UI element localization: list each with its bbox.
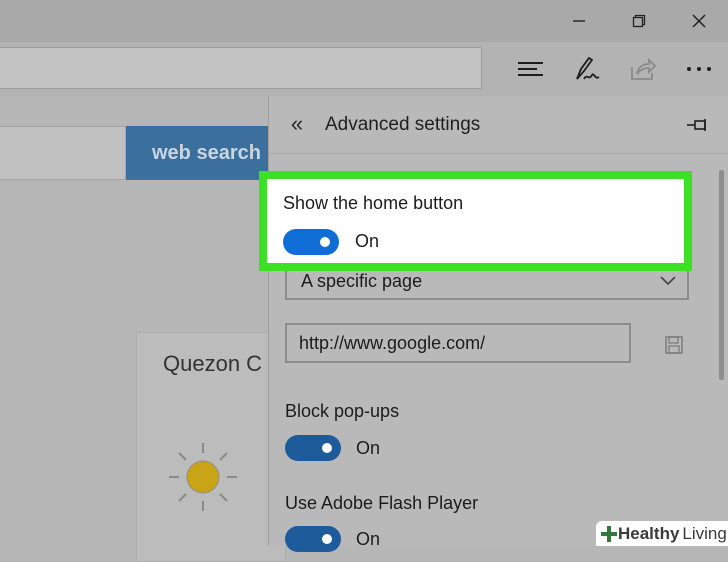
weather-card[interactable]: Quezon C (136, 332, 286, 562)
back-button[interactable]: « (283, 110, 311, 138)
show-home-button-setting: Show the home button On (259, 171, 692, 271)
save-icon (665, 336, 683, 354)
toggle-knob (322, 534, 332, 544)
web-search-button[interactable]: web search (126, 126, 268, 180)
flash-toggle[interactable] (285, 526, 341, 552)
web-search-input[interactable] (0, 126, 126, 180)
title-bar (0, 0, 728, 42)
more-button[interactable] (677, 48, 721, 90)
double-chevron-left-icon: « (290, 111, 304, 136)
more-icon (687, 67, 711, 71)
block-popups-state: On (356, 438, 381, 458)
show-home-button-toggle[interactable] (283, 229, 339, 255)
hub-button[interactable] (509, 48, 553, 90)
block-popups-toggle[interactable] (285, 435, 341, 461)
weather-city: Quezon C (163, 351, 263, 376)
panel-header: « Advanced settings (269, 96, 728, 154)
show-home-button-state: On (355, 231, 380, 251)
close-button[interactable] (674, 0, 724, 42)
web-note-icon (576, 56, 600, 80)
panel-title: Advanced settings (325, 114, 481, 135)
watermark: Healthy Living (596, 521, 728, 546)
browser-toolbar (0, 42, 728, 96)
restore-icon (632, 14, 646, 28)
sun-icon (169, 443, 237, 511)
share-icon (631, 57, 657, 80)
pin-icon (687, 119, 706, 131)
plus-leaf-icon (601, 525, 617, 542)
show-home-button-label: Show the home button (283, 193, 464, 213)
flash-state: On (356, 529, 381, 549)
pin-button[interactable] (683, 112, 713, 138)
save-url-button[interactable] (661, 332, 687, 358)
hub-icon (518, 62, 543, 76)
toggle-knob (322, 443, 332, 453)
home-page-dropdown-value: A specific page (301, 271, 423, 291)
minimize-button[interactable] (554, 0, 604, 42)
address-bar[interactable] (0, 47, 482, 89)
web-search-label: web search (152, 141, 261, 164)
chevron-down-icon (660, 276, 676, 286)
share-button[interactable] (621, 48, 665, 90)
flash-label: Use Adobe Flash Player (285, 493, 479, 513)
minimize-icon (573, 20, 585, 22)
panel-scrollbar[interactable] (719, 170, 724, 380)
block-popups-label: Block pop-ups (285, 401, 400, 421)
watermark-word-1: Healthy (618, 523, 680, 543)
advanced-settings-panel: « Advanced settings A specific page Bloc… (268, 96, 728, 552)
home-url-field[interactable] (285, 323, 631, 363)
close-icon (692, 14, 706, 28)
restore-button[interactable] (614, 0, 664, 42)
web-note-button[interactable] (565, 48, 609, 90)
toggle-knob (320, 237, 330, 247)
watermark-word-2: Living (682, 523, 727, 543)
